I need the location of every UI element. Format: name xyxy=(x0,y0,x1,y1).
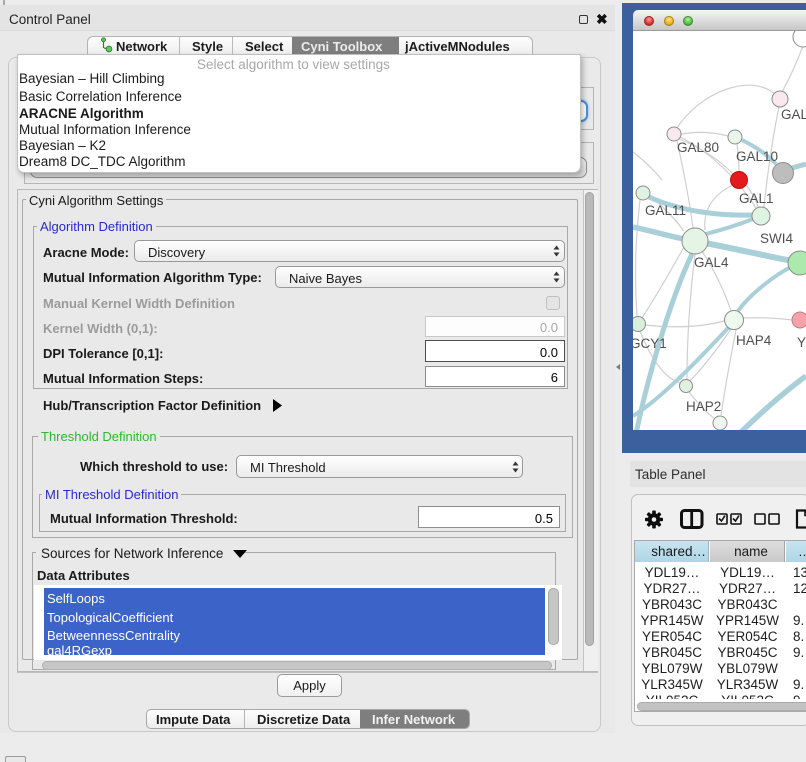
svg-text:GAL8: GAL8 xyxy=(781,107,806,122)
svg-text:GAL80: GAL80 xyxy=(677,140,719,155)
svg-text:GAL1: GAL1 xyxy=(739,191,774,206)
svg-text:SWI4: SWI4 xyxy=(760,231,793,246)
svg-text:HAP4: HAP4 xyxy=(736,333,772,348)
svg-text:GCY1: GCY1 xyxy=(633,336,667,351)
svg-text:GAL10: GAL10 xyxy=(736,149,778,164)
svg-text:HAP2: HAP2 xyxy=(686,399,721,414)
svg-text:Y: Y xyxy=(797,335,806,350)
svg-text:GAL4: GAL4 xyxy=(694,255,729,270)
svg-text:GAL11: GAL11 xyxy=(645,203,686,218)
